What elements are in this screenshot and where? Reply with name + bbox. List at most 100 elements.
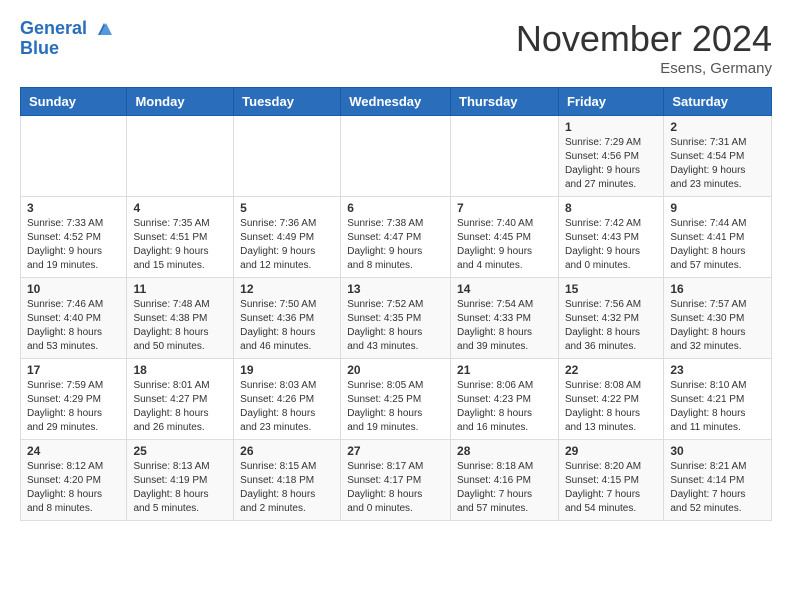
day-number: 6 [347, 201, 444, 215]
calendar-cell-2-2: 12 Sunrise: 7:50 AM Sunset: 4:36 PM Dayli… [234, 278, 341, 359]
day-number: 2 [670, 120, 765, 134]
calendar-week-3: 10 Sunrise: 7:46 AM Sunset: 4:40 PM Dayli… [21, 278, 772, 359]
day-info: Sunrise: 8:13 AM Sunset: 4:19 PM Dayligh… [133, 460, 227, 516]
day-info: Sunrise: 7:29 AM Sunset: 4:56 PM Dayligh… [565, 136, 657, 192]
calendar-cell-3-4: 21Sunrise: 8:06 AM Sunset: 4:23 PM Dayli… [451, 359, 559, 440]
calendar-cell-3-1: 18 Sunrise: 8:01 AM Sunset: 4:27 PM Dayli… [127, 359, 234, 440]
calendar-cell-2-6: 16Sunrise: 7:57 AM Sunset: 4:30 PM Dayli… [664, 278, 772, 359]
day-info: Sunrise: 7:40 AM Sunset: 4:45 PM Dayligh… [457, 217, 552, 273]
day-number: 19 [240, 363, 334, 377]
logo-text: General [20, 18, 114, 40]
day-number: 15 [565, 282, 657, 296]
calendar-week-1: 1 Sunrise: 7:29 AM Sunset: 4:56 PM Daylig… [21, 116, 772, 197]
day-number: 18 [133, 363, 227, 377]
calendar-cell-4-5: 29Sunrise: 8:20 AM Sunset: 4:15 PM Dayli… [558, 440, 663, 521]
day-info: Sunrise: 8:21 AM Sunset: 4:14 PM Dayligh… [670, 460, 765, 516]
day-info: Sunrise: 8:05 AM Sunset: 4:25 PM Dayligh… [347, 379, 444, 435]
day-info: Sunrise: 7:31 AM Sunset: 4:54 PM Dayligh… [670, 136, 765, 192]
day-info: Sunrise: 7:56 AM Sunset: 4:32 PM Dayligh… [565, 298, 657, 354]
day-number: 24 [27, 444, 120, 458]
day-info: Sunrise: 8:12 AM Sunset: 4:20 PM Dayligh… [27, 460, 120, 516]
day-number: 25 [133, 444, 227, 458]
calendar-cell-1-4: 7 Sunrise: 7:40 AM Sunset: 4:45 PM Daylig… [451, 197, 559, 278]
title-block: November 2024 Esens, Germany [516, 18, 772, 77]
day-number: 16 [670, 282, 765, 296]
location-subtitle: Esens, Germany [516, 60, 772, 77]
day-info: Sunrise: 7:48 AM Sunset: 4:38 PM Dayligh… [133, 298, 227, 354]
day-info: Sunrise: 7:38 AM Sunset: 4:47 PM Dayligh… [347, 217, 444, 273]
calendar-cell-0-6: 2 Sunrise: 7:31 AM Sunset: 4:54 PM Daylig… [664, 116, 772, 197]
day-number: 13 [347, 282, 444, 296]
calendar-cell-4-1: 25 Sunrise: 8:13 AM Sunset: 4:19 PM Dayli… [127, 440, 234, 521]
calendar-week-5: 24 Sunrise: 8:12 AM Sunset: 4:20 PM Dayli… [21, 440, 772, 521]
day-number: 5 [240, 201, 334, 215]
calendar-cell-3-2: 19 Sunrise: 8:03 AM Sunset: 4:26 PM Dayli… [234, 359, 341, 440]
calendar-week-2: 3 Sunrise: 7:33 AM Sunset: 4:52 PM Daylig… [21, 197, 772, 278]
day-number: 28 [457, 444, 552, 458]
calendar-cell-2-5: 15 Sunrise: 7:56 AM Sunset: 4:32 PM Dayli… [558, 278, 663, 359]
calendar-header: Sunday Monday Tuesday Wednesday Thursday… [21, 88, 772, 116]
calendar-cell-1-6: 9Sunrise: 7:44 AM Sunset: 4:41 PM Daylig… [664, 197, 772, 278]
calendar-cell-3-3: 20Sunrise: 8:05 AM Sunset: 4:25 PM Dayli… [341, 359, 451, 440]
calendar-cell-0-3 [341, 116, 451, 197]
calendar-cell-4-6: 30 Sunrise: 8:21 AM Sunset: 4:14 PM Dayli… [664, 440, 772, 521]
day-number: 29 [565, 444, 657, 458]
day-info: Sunrise: 8:03 AM Sunset: 4:26 PM Dayligh… [240, 379, 334, 435]
day-number: 14 [457, 282, 552, 296]
day-number: 1 [565, 120, 657, 134]
day-info: Sunrise: 7:59 AM Sunset: 4:29 PM Dayligh… [27, 379, 120, 435]
calendar-cell-1-5: 8 Sunrise: 7:42 AM Sunset: 4:43 PM Daylig… [558, 197, 663, 278]
calendar-cell-0-4 [451, 116, 559, 197]
day-info: Sunrise: 7:42 AM Sunset: 4:43 PM Dayligh… [565, 217, 657, 273]
calendar-cell-2-1: 11 Sunrise: 7:48 AM Sunset: 4:38 PM Dayli… [127, 278, 234, 359]
col-friday: Friday [558, 88, 663, 116]
day-number: 11 [133, 282, 227, 296]
calendar-week-4: 17 Sunrise: 7:59 AM Sunset: 4:29 PM Dayli… [21, 359, 772, 440]
day-info: Sunrise: 7:33 AM Sunset: 4:52 PM Dayligh… [27, 217, 120, 273]
day-number: 4 [133, 201, 227, 215]
calendar-cell-2-3: 13 Sunrise: 7:52 AM Sunset: 4:35 PM Dayli… [341, 278, 451, 359]
calendar-body: 1 Sunrise: 7:29 AM Sunset: 4:56 PM Daylig… [21, 116, 772, 521]
calendar-cell-0-0 [21, 116, 127, 197]
day-info: Sunrise: 7:46 AM Sunset: 4:40 PM Dayligh… [27, 298, 120, 354]
day-number: 23 [670, 363, 765, 377]
calendar-container: Sunday Monday Tuesday Wednesday Thursday… [0, 87, 792, 531]
logo-subtext: Blue [20, 38, 114, 59]
calendar-cell-2-0: 10 Sunrise: 7:46 AM Sunset: 4:40 PM Dayli… [21, 278, 127, 359]
day-info: Sunrise: 8:01 AM Sunset: 4:27 PM Dayligh… [133, 379, 227, 435]
calendar-cell-4-3: 27 Sunrise: 8:17 AM Sunset: 4:17 PM Dayli… [341, 440, 451, 521]
day-number: 27 [347, 444, 444, 458]
day-number: 8 [565, 201, 657, 215]
calendar-cell-4-4: 28 Sunrise: 8:18 AM Sunset: 4:16 PM Dayli… [451, 440, 559, 521]
day-info: Sunrise: 7:52 AM Sunset: 4:35 PM Dayligh… [347, 298, 444, 354]
page-header: General Blue November 2024 Esens, German… [0, 0, 792, 87]
day-number: 9 [670, 201, 765, 215]
day-number: 30 [670, 444, 765, 458]
day-info: Sunrise: 7:36 AM Sunset: 4:49 PM Dayligh… [240, 217, 334, 273]
calendar-cell-3-5: 22Sunrise: 8:08 AM Sunset: 4:22 PM Dayli… [558, 359, 663, 440]
day-number: 17 [27, 363, 120, 377]
col-monday: Monday [127, 88, 234, 116]
logo-icon [94, 19, 114, 39]
day-info: Sunrise: 8:06 AM Sunset: 4:23 PM Dayligh… [457, 379, 552, 435]
calendar-cell-2-4: 14 Sunrise: 7:54 AM Sunset: 4:33 PM Dayli… [451, 278, 559, 359]
calendar-cell-1-0: 3 Sunrise: 7:33 AM Sunset: 4:52 PM Daylig… [21, 197, 127, 278]
calendar-cell-1-2: 5 Sunrise: 7:36 AM Sunset: 4:49 PM Daylig… [234, 197, 341, 278]
day-number: 7 [457, 201, 552, 215]
day-info: Sunrise: 8:08 AM Sunset: 4:22 PM Dayligh… [565, 379, 657, 435]
col-wednesday: Wednesday [341, 88, 451, 116]
day-number: 12 [240, 282, 334, 296]
day-info: Sunrise: 7:50 AM Sunset: 4:36 PM Dayligh… [240, 298, 334, 354]
col-sunday: Sunday [21, 88, 127, 116]
calendar-table: Sunday Monday Tuesday Wednesday Thursday… [20, 87, 772, 521]
calendar-cell-4-0: 24 Sunrise: 8:12 AM Sunset: 4:20 PM Dayli… [21, 440, 127, 521]
day-number: 10 [27, 282, 120, 296]
col-thursday: Thursday [451, 88, 559, 116]
day-info: Sunrise: 7:54 AM Sunset: 4:33 PM Dayligh… [457, 298, 552, 354]
day-number: 3 [27, 201, 120, 215]
calendar-cell-3-0: 17 Sunrise: 7:59 AM Sunset: 4:29 PM Dayli… [21, 359, 127, 440]
day-info: Sunrise: 8:17 AM Sunset: 4:17 PM Dayligh… [347, 460, 444, 516]
day-info: Sunrise: 8:18 AM Sunset: 4:16 PM Dayligh… [457, 460, 552, 516]
day-number: 26 [240, 444, 334, 458]
day-info: Sunrise: 8:15 AM Sunset: 4:18 PM Dayligh… [240, 460, 334, 516]
